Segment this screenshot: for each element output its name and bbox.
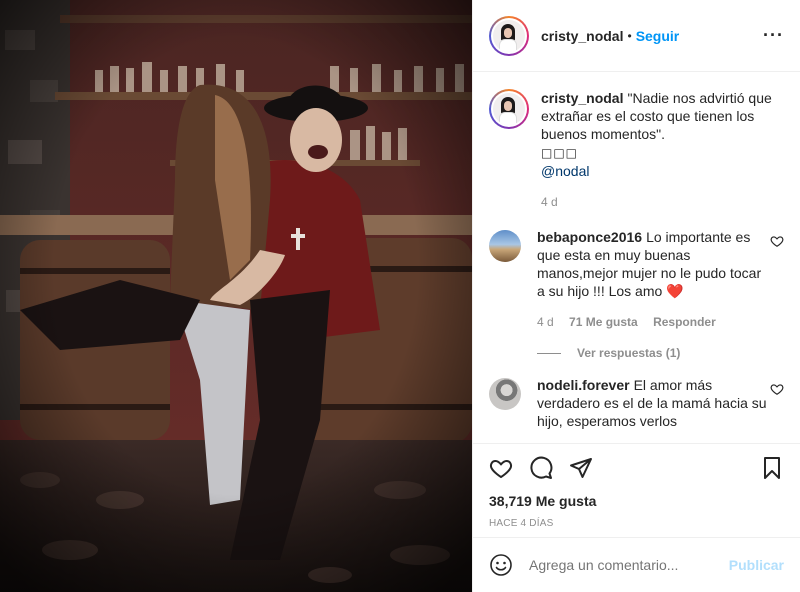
comment-like-heart-icon[interactable] [770, 382, 784, 396]
author-username[interactable]: cristy_nodal [541, 28, 623, 44]
replies-divider-line [537, 352, 561, 354]
comment-input[interactable] [529, 557, 729, 573]
commenter-username[interactable]: nodeli.forever [537, 377, 630, 393]
instagram-post: cristy_nodal • Seguir ··· cristy_nodal "N… [0, 0, 800, 592]
reply-button[interactable]: Responder [653, 315, 716, 329]
caption-time[interactable]: 4 d [541, 195, 558, 209]
post-image [0, 0, 472, 592]
likes-count[interactable]: 38,719 Me gusta [489, 492, 784, 510]
follow-button[interactable]: Seguir [636, 28, 680, 44]
comment-time[interactable]: 4 d [537, 315, 554, 329]
author-avatar[interactable] [489, 15, 529, 56]
comment-like-heart-icon[interactable] [770, 234, 784, 248]
caption-username[interactable]: cristy_nodal [541, 90, 623, 106]
caption-author-avatar[interactable] [489, 89, 529, 129]
caption-meta: 4 d [541, 194, 784, 210]
more-options-icon[interactable]: ··· [763, 26, 784, 44]
view-replies-button[interactable]: Ver respuestas (1) [537, 346, 784, 360]
add-comment-bar: Publicar [473, 537, 800, 592]
commenter-username[interactable]: bebaponce2016 [537, 229, 642, 245]
share-paper-plane-icon[interactable] [569, 456, 593, 480]
post-details-panel: cristy_nodal • Seguir ··· cristy_nodal "N… [472, 0, 800, 592]
comment-item: bebaponce2016 Lo importante es que esta e… [489, 228, 784, 330]
post-actions: 38,719 Me gusta HACE 4 DÍAS [473, 443, 800, 537]
comments-list[interactable]: cristy_nodal "Nadie nos advirtió que extr… [473, 73, 800, 443]
comment-meta: 4 d 71 Me gusta Responder [537, 314, 767, 330]
post-photo[interactable] [0, 0, 472, 592]
commenter-avatar[interactable] [489, 378, 521, 410]
post-caption: cristy_nodal "Nadie nos advirtió que extr… [489, 73, 784, 210]
comment-bubble-icon[interactable] [529, 456, 553, 480]
publish-comment-button[interactable]: Publicar [729, 557, 784, 573]
posted-time[interactable]: HACE 4 DÍAS [489, 518, 784, 529]
like-heart-icon[interactable] [489, 456, 513, 480]
emoji-smiley-icon[interactable] [489, 553, 513, 577]
view-replies-label: Ver respuestas (1) [577, 346, 681, 360]
post-header: cristy_nodal • Seguir ··· [473, 0, 800, 72]
comment-likes[interactable]: 71 Me gusta [569, 315, 638, 329]
caption-mention-link[interactable]: @nodal [541, 162, 784, 180]
commenter-avatar[interactable] [489, 230, 521, 262]
comment-item: nodeli.forever El amor más verdadero es e… [489, 376, 784, 430]
separator-dot: • [627, 28, 632, 43]
save-bookmark-icon[interactable] [760, 456, 784, 480]
caption-symbols: □□□ [541, 146, 579, 160]
action-icons-row [489, 444, 784, 492]
